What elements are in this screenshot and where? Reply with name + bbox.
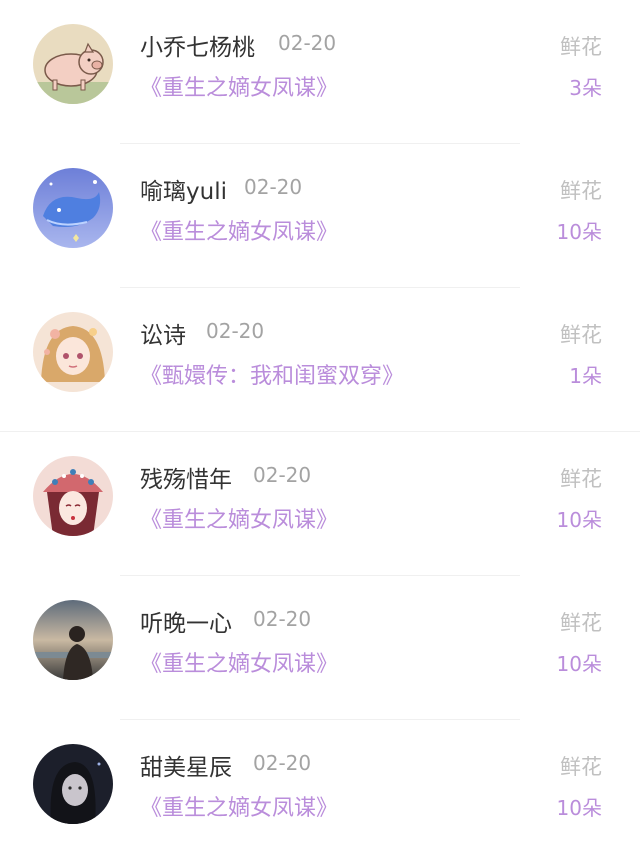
- gift-count: 1朵: [569, 364, 602, 388]
- gift-type-label: 鲜花: [560, 323, 602, 347]
- user-name[interactable]: 听晚一心: [140, 604, 232, 638]
- list-item[interactable]: 喻璃yuli 02-20 《重生之嫡女凤谋》 鲜花 10朵: [0, 144, 640, 288]
- book-title[interactable]: 《重生之嫡女凤谋》: [140, 646, 338, 678]
- gift-date: 02-20: [253, 607, 312, 631]
- user-name[interactable]: 甜美星辰: [140, 748, 232, 782]
- book-title[interactable]: 《重生之嫡女凤谋》: [140, 70, 338, 102]
- list-item[interactable]: 残殇惜年 02-20 《重生之嫡女凤谋》 鲜花 10朵: [0, 432, 640, 576]
- user-name[interactable]: 小乔七杨桃: [140, 28, 255, 62]
- gift-count: 10朵: [556, 652, 602, 676]
- book-title[interactable]: 《重生之嫡女凤谋》: [140, 502, 338, 534]
- gift-date: 02-20: [206, 319, 265, 343]
- anime-girl-avatar-icon[interactable]: [33, 312, 113, 392]
- opera-mask-avatar-icon[interactable]: [33, 456, 113, 536]
- whale-avatar-icon[interactable]: [33, 168, 113, 248]
- user-name[interactable]: 喻璃yuli: [140, 172, 227, 206]
- pig-avatar-icon[interactable]: [33, 24, 113, 104]
- gift-date: 02-20: [244, 175, 303, 199]
- gift-date: 02-20: [278, 31, 337, 55]
- gift-count: 10朵: [556, 508, 602, 532]
- book-title[interactable]: 《重生之嫡女凤谋》: [140, 790, 338, 822]
- gift-date: 02-20: [253, 751, 312, 775]
- list-item[interactable]: 小乔七杨桃 02-20 《重生之嫡女凤谋》 鲜花 3朵: [0, 0, 640, 144]
- gift-type-label: 鲜花: [560, 755, 602, 779]
- gift-count: 10朵: [556, 220, 602, 244]
- list-item[interactable]: 听晚一心 02-20 《重生之嫡女凤谋》 鲜花 10朵: [0, 576, 640, 720]
- user-name[interactable]: 残殇惜年: [140, 460, 232, 494]
- user-name[interactable]: 讼诗: [140, 316, 186, 350]
- book-title[interactable]: 《重生之嫡女凤谋》: [140, 214, 338, 246]
- gift-count: 3朵: [569, 76, 602, 100]
- list-item[interactable]: 甜美星辰 02-20 《重生之嫡女凤谋》 鲜花 10朵: [0, 720, 640, 864]
- list-item[interactable]: 讼诗 02-20 《甄嬛传：我和闺蜜双穿》 鲜花 1朵: [0, 288, 640, 432]
- gift-date: 02-20: [253, 463, 312, 487]
- gift-type-label: 鲜花: [560, 611, 602, 635]
- book-title[interactable]: 《甄嬛传：我和闺蜜双穿》: [140, 358, 404, 390]
- gift-count: 10朵: [556, 796, 602, 820]
- dark-portrait-avatar-icon[interactable]: [33, 744, 113, 824]
- gift-type-label: 鲜花: [560, 467, 602, 491]
- gift-type-label: 鲜花: [560, 179, 602, 203]
- gift-type-label: 鲜花: [560, 35, 602, 59]
- sunset-person-avatar-icon[interactable]: [33, 600, 113, 680]
